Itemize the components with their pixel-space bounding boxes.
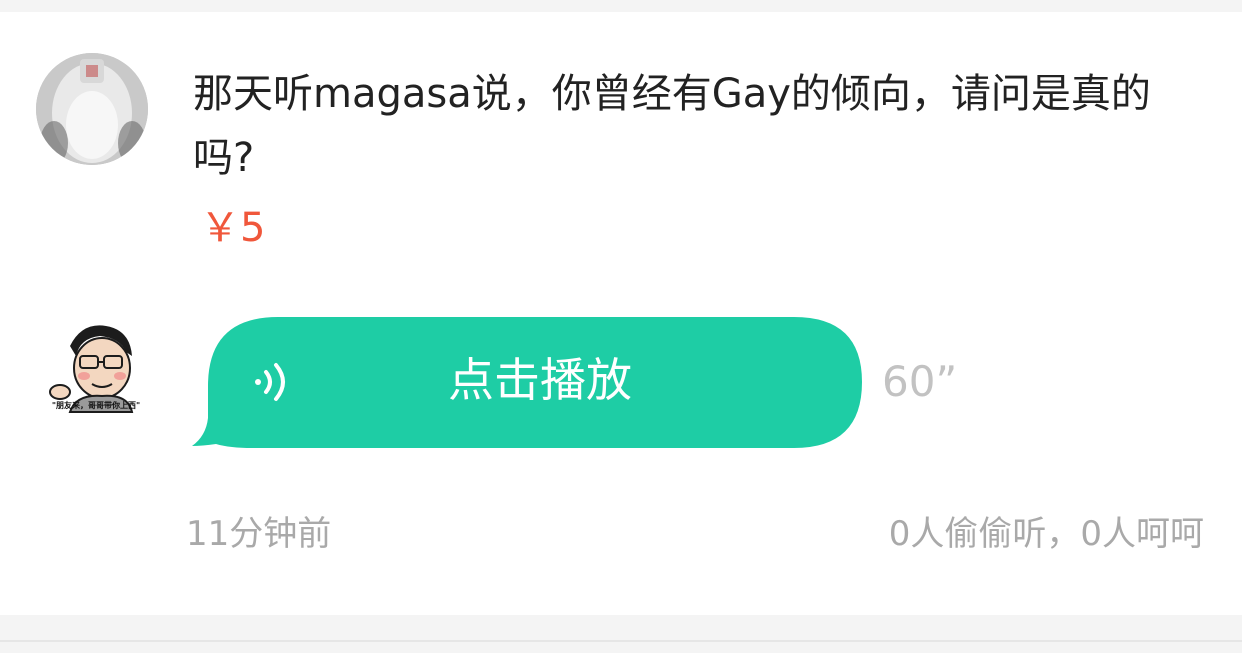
answerer-avatar-caption: "朋友来，哥哥带你上西" [51,401,141,410]
price-label: ￥5 [200,205,266,251]
answerer-avatar[interactable]: "朋友来，哥哥带你上西" [40,316,152,428]
asker-avatar-image [36,53,148,165]
card-divider [0,640,1242,642]
timestamp: 11分钟前 [186,514,332,554]
voice-play-bubble[interactable] [190,300,870,460]
listen-stats: 0人偷偷听，0人呵呵 [888,514,1204,554]
question-text: 那天听magasa说，你曾经有Gay的倾向，请问是真的吗? [193,71,1151,181]
asker-avatar[interactable] [36,53,148,165]
audio-duration: 60” [882,357,958,406]
